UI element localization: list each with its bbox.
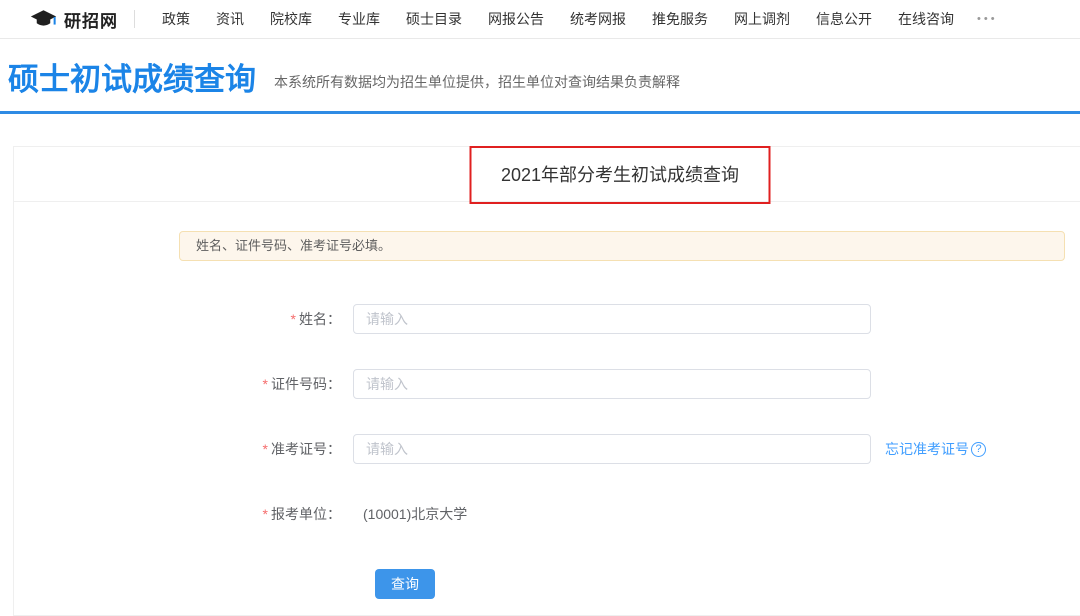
nav-item-master-catalog[interactable]: 硕士目录 [393,0,475,38]
nav-item-unified-exam-report[interactable]: 统考网报 [557,0,639,38]
form-row-institution: *报考单位： (10001)北京大学 [14,499,1080,529]
forgot-ticket-link[interactable]: 忘记准考证号? [885,439,986,459]
nav-item-info-disclosure[interactable]: 信息公开 [803,0,885,38]
main-nav: 政策 资讯 院校库 专业库 硕士目录 网报公告 统考网报 推免服务 网上调剂 信… [149,0,1008,38]
question-circle-icon: ? [971,442,986,457]
top-navigation: 研招网 政策 资讯 院校库 专业库 硕士目录 网报公告 统考网报 推免服务 网上… [0,0,1080,39]
nav-item-online-report-notice[interactable]: 网报公告 [475,0,557,38]
nav-item-exempt-service[interactable]: 推免服务 [639,0,721,38]
name-input[interactable] [353,304,871,334]
name-label: *姓名： [14,309,341,329]
required-fields-notice: 姓名、证件号码、准考证号必填。 [179,231,1065,261]
brand-name: 研招网 [64,7,118,32]
nav-more-ellipsis-icon[interactable]: ••• [967,13,1008,25]
form-row-id-number: *证件号码： [14,369,1080,399]
id-number-label: *证件号码： [14,374,341,394]
card-header: 2021年部分考生初试成绩查询 [14,147,1080,202]
required-asterisk: * [263,506,268,522]
nav-item-online-consult[interactable]: 在线咨询 [885,0,967,38]
page-title: 硕士初试成绩查询 [8,63,256,97]
form-row-name: *姓名： [14,304,1080,334]
nav-item-news[interactable]: 资讯 [203,0,257,38]
graduation-cap-icon [30,9,57,30]
institution-value: (10001)北京大学 [353,504,467,524]
admission-ticket-input[interactable] [353,434,871,464]
card-body: 姓名、证件号码、准考证号必填。 *姓名： *证件号码： *准考证号： [14,202,1080,599]
submit-row: 查询 [14,569,1080,599]
form-row-admission-ticket: *准考证号： 忘记准考证号? [14,434,1080,464]
required-asterisk: * [263,441,268,457]
required-asterisk: * [291,311,296,327]
institution-label: *报考单位： [14,504,341,524]
nav-divider [134,10,135,28]
page-header: 硕士初试成绩查询 本系统所有数据均为招生单位提供，招生单位对查询结果负责解释 [0,39,1080,114]
score-query-card: 2021年部分考生初试成绩查询 姓名、证件号码、准考证号必填。 *姓名： *证件… [13,146,1080,616]
nav-item-online-adjustment[interactable]: 网上调剂 [721,0,803,38]
score-query-form: *姓名： *证件号码： *准考证号： 忘记准考证号? [14,304,1080,599]
site-logo[interactable]: 研招网 [30,7,118,32]
required-asterisk: * [263,376,268,392]
query-button[interactable]: 查询 [375,569,435,599]
nav-item-college-library[interactable]: 院校库 [257,0,325,38]
nav-item-major-library[interactable]: 专业库 [325,0,393,38]
id-number-input[interactable] [353,369,871,399]
page-subtitle: 本系统所有数据均为招生单位提供，招生单位对查询结果负责解释 [274,72,680,92]
admission-ticket-label: *准考证号： [14,439,341,459]
card-title: 2021年部分考生初试成绩查询 [501,161,739,187]
nav-item-policy[interactable]: 政策 [149,0,203,38]
